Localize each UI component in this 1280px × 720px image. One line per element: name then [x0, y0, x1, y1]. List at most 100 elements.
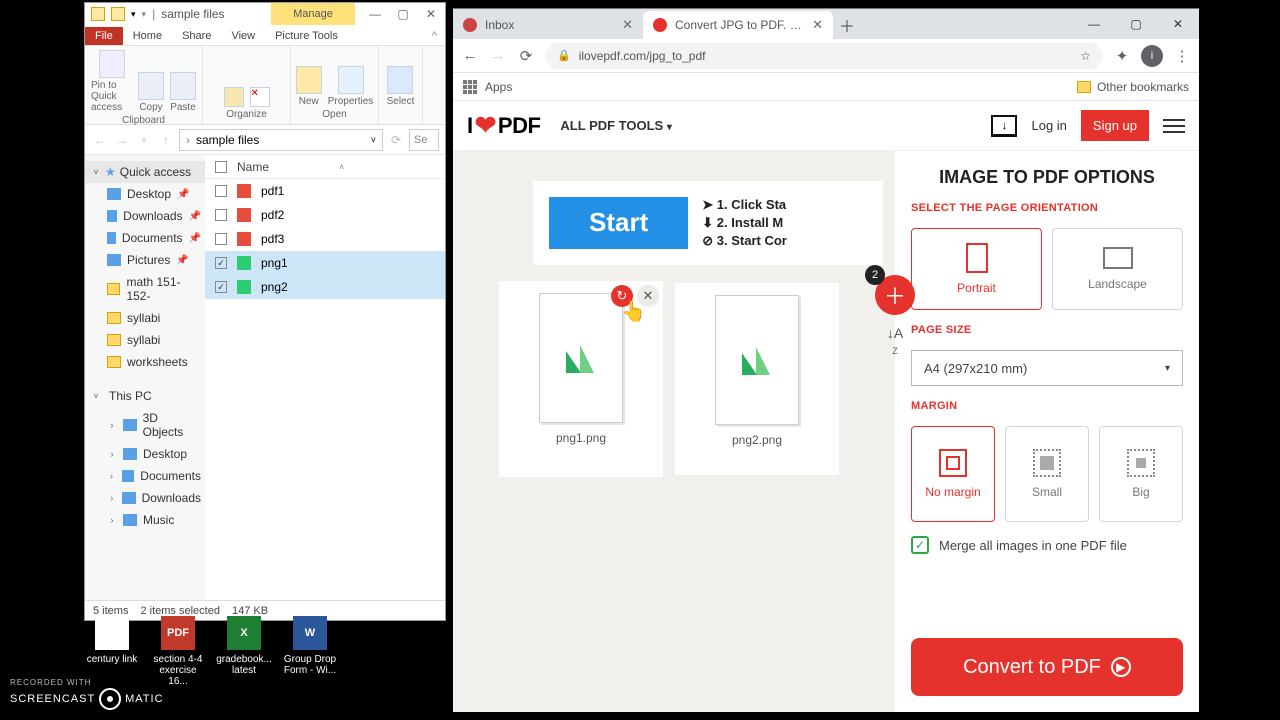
merge-option[interactable]: ✓ Merge all images in one PDF file	[911, 536, 1183, 554]
tab-share[interactable]: Share	[172, 27, 221, 45]
extensions-button[interactable]: ✦	[1113, 47, 1131, 65]
image-thumbnail[interactable]: png2.png	[675, 283, 839, 475]
sidebar-item-desktop[interactable]: Desktop📌	[85, 183, 205, 205]
maximize-button[interactable]: ▢	[1115, 9, 1157, 39]
explorer-titlebar[interactable]: ▾ ▾ | sample files Manage — ▢ ✕	[85, 3, 445, 25]
page-size-select[interactable]: A4 (297x210 mm) ▾	[911, 350, 1183, 386]
new-tab-button[interactable]: ＋	[833, 11, 861, 39]
hamburger-icon[interactable]	[1163, 119, 1185, 133]
ad-banner[interactable]: Start ➤ 1. Click Sta ⬇ 2. Install M ⊘ 3.…	[533, 181, 883, 265]
minimize-button[interactable]: —	[361, 3, 389, 25]
desktop-icon[interactable]: century link	[84, 616, 140, 687]
sidebar-item-music[interactable]: ›Music	[85, 509, 205, 531]
menu-button[interactable]: ⋮	[1173, 47, 1191, 65]
pin-to-quick-access[interactable]: Pin to Quick access	[91, 50, 132, 113]
maximize-button[interactable]: ▢	[389, 3, 417, 25]
browser-tab[interactable]: Inbox ✕	[453, 11, 643, 39]
sidebar-item-documents[interactable]: Documents📌	[85, 227, 205, 249]
tab-close-button[interactable]: ✕	[812, 17, 823, 33]
column-name[interactable]: Name	[237, 160, 269, 174]
refresh-button[interactable]: ⟳	[387, 131, 405, 149]
ribbon-context-tab[interactable]: Manage	[271, 3, 355, 25]
sidebar-item-folder[interactable]: math 151-152-	[85, 271, 205, 307]
desktop-icon[interactable]: Xgradebook... latest	[216, 616, 272, 687]
tab-home[interactable]: Home	[123, 27, 172, 45]
ribbon-collapse-icon[interactable]: ^	[424, 27, 445, 45]
address-bar[interactable]: › sample files ˅	[179, 129, 383, 151]
recent-dropdown[interactable]: ˅	[135, 131, 153, 149]
select-all-checkbox[interactable]	[215, 161, 227, 173]
tab-view[interactable]: View	[221, 27, 265, 45]
login-link[interactable]: Log in	[1031, 118, 1066, 133]
desktop-icon[interactable]: PDFsection 4-4 exercise 16...	[150, 616, 206, 687]
image-thumbnail[interactable]: ↻ ✕ png1.png	[499, 281, 663, 477]
sidebar-item-3d[interactable]: ›3D Objects	[85, 407, 205, 443]
all-tools-menu[interactable]: ALL PDF TOOLS ▾	[560, 118, 671, 133]
apps-label[interactable]: Apps	[485, 80, 512, 94]
search-input[interactable]: Se	[409, 129, 439, 151]
orientation-landscape[interactable]: Landscape	[1052, 228, 1183, 310]
delete-button[interactable]: ✕	[250, 87, 270, 107]
download-app-icon[interactable]: ↓	[991, 115, 1017, 137]
dropdown-icon[interactable]: ˅	[371, 135, 376, 145]
path-segment[interactable]: sample files	[196, 133, 259, 147]
reload-button[interactable]: ⟳	[517, 47, 535, 65]
file-row[interactable]: pdf1	[205, 179, 445, 203]
move-to-button[interactable]	[224, 87, 244, 107]
convert-button[interactable]: Convert to PDF ▶	[911, 638, 1183, 696]
file-row[interactable]: pdf3	[205, 227, 445, 251]
sidebar-item-desktop[interactable]: ›Desktop	[85, 443, 205, 465]
rotate-button[interactable]: ↻	[611, 285, 633, 307]
forward-button[interactable]: →	[113, 131, 131, 149]
browser-tab[interactable]: Convert JPG to PDF. Images JPG ✕	[643, 11, 833, 39]
back-button[interactable]: ←	[91, 131, 109, 149]
file-row[interactable]: pdf2	[205, 203, 445, 227]
ad-start-button[interactable]: Start	[549, 197, 688, 249]
sidebar-item-folder[interactable]: worksheets	[85, 351, 205, 373]
quick-access-header[interactable]: ˅★Quick access	[85, 161, 205, 183]
tab-file[interactable]: File	[85, 27, 123, 45]
apps-icon[interactable]	[463, 80, 477, 94]
address-bar[interactable]: 🔒 ilovepdf.com/jpg_to_pdf ☆	[545, 43, 1103, 69]
sidebar-item-downloads[interactable]: Downloads📌	[85, 205, 205, 227]
star-icon[interactable]: ☆	[1080, 49, 1091, 63]
new-folder-button[interactable]: New	[296, 66, 322, 107]
profile-avatar[interactable]: i	[1141, 45, 1163, 67]
checkbox-checked-icon[interactable]: ✓	[911, 536, 929, 554]
minimize-button[interactable]: —	[1073, 9, 1115, 39]
sidebar-item-documents[interactable]: ›Documents	[85, 465, 205, 487]
file-row[interactable]: ✓png2	[205, 275, 445, 299]
select-button[interactable]: Select	[387, 66, 415, 107]
margin-big[interactable]: Big	[1099, 426, 1183, 522]
close-button[interactable]: ✕	[1157, 9, 1199, 39]
tab-close-button[interactable]: ✕	[622, 17, 633, 33]
workspace-canvas[interactable]: Start ➤ 1. Click Sta ⬇ 2. Install M ⊘ 3.…	[453, 151, 895, 712]
close-button[interactable]: ✕	[417, 3, 445, 25]
properties-button[interactable]: Properties	[328, 66, 374, 107]
this-pc-header[interactable]: ˅This PC	[85, 385, 205, 407]
orientation-portrait[interactable]: Portrait	[911, 228, 1042, 310]
other-bookmarks[interactable]: Other bookmarks	[1097, 80, 1189, 94]
margin-small[interactable]: Small	[1005, 426, 1089, 522]
tab-picture-tools[interactable]: Picture Tools	[265, 27, 348, 45]
signup-button[interactable]: Sign up	[1081, 110, 1149, 141]
sidebar-item-folder[interactable]: syllabi	[85, 307, 205, 329]
file-row[interactable]: ✓png1	[205, 251, 445, 275]
sort-icon[interactable]: ˄	[339, 162, 344, 172]
sort-button[interactable]: ↓AZ	[879, 325, 911, 357]
sidebar-item-downloads[interactable]: ›Downloads	[85, 487, 205, 509]
back-button[interactable]: ←	[461, 47, 479, 65]
add-files-button[interactable]: ＋ 2	[875, 275, 915, 315]
column-header-row[interactable]: Name ˄	[205, 155, 445, 179]
paste-button[interactable]: Paste	[170, 72, 196, 113]
sidebar-item-pictures[interactable]: Pictures📌	[85, 249, 205, 271]
forward-button[interactable]: →	[489, 47, 507, 65]
dropdown-icon[interactable]: ▾	[131, 9, 136, 20]
up-button[interactable]: ↑	[157, 131, 175, 149]
desktop-icon[interactable]: WGroup Drop Form - Wi...	[282, 616, 338, 687]
site-logo[interactable]: I❤PDF	[467, 110, 540, 141]
margin-none[interactable]: No margin	[911, 426, 995, 522]
sidebar-item-folder[interactable]: syllabi	[85, 329, 205, 351]
remove-button[interactable]: ✕	[637, 285, 659, 307]
copy-button[interactable]: Copy	[138, 72, 164, 113]
